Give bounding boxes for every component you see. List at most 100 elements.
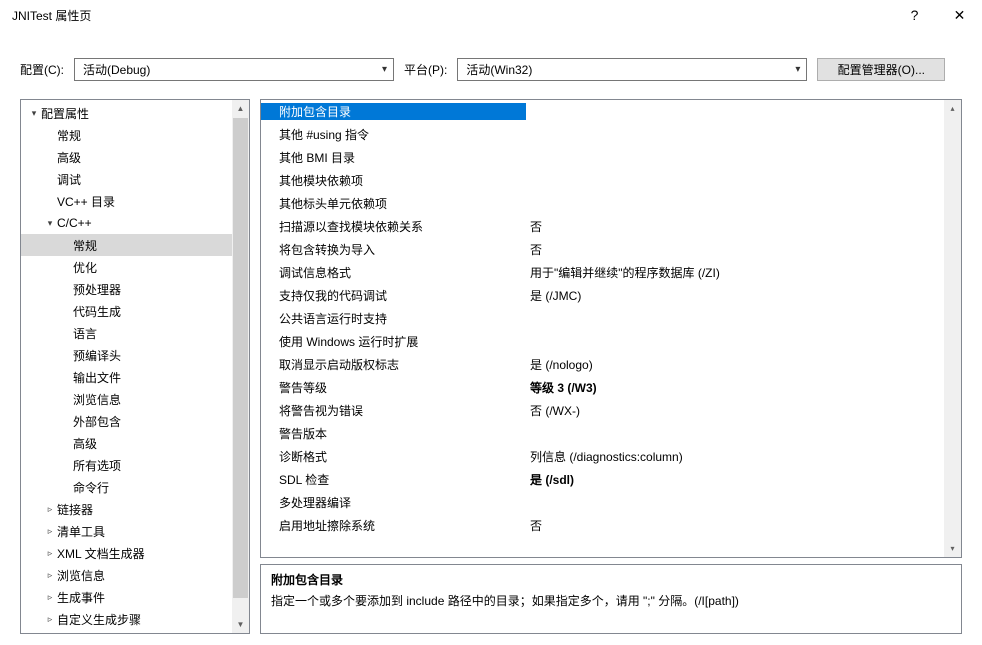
grid-row[interactable]: 多处理器编译 (261, 491, 944, 514)
property-grid[interactable]: 附加包含目录其他 #using 指令其他 BMI 目录其他模块依赖项其他标头单元… (261, 100, 944, 557)
grid-cell-name: 支持仅我的代码调试 (261, 287, 526, 304)
tree-item-label: 优化 (73, 259, 97, 276)
tree-item-label: VC++ 目录 (57, 193, 115, 210)
tree-item[interactable]: 高级 (21, 146, 232, 168)
tree[interactable]: ▾配置属性常规高级调试VC++ 目录▾C/C++常规优化预处理器代码生成语言预编… (21, 100, 232, 633)
chevron-down-icon: ▾ (382, 64, 387, 75)
grid-row[interactable]: 使用 Windows 运行时扩展 (261, 330, 944, 353)
expander-closed-icon[interactable]: ▹ (43, 614, 57, 625)
grid-cell-name: 公共语言运行时支持 (261, 310, 526, 327)
grid-row[interactable]: 其他标头单元依赖项 (261, 192, 944, 215)
tree-item[interactable]: ▹清单工具 (21, 520, 232, 542)
close-button[interactable]: ✕ (937, 0, 982, 30)
grid-cell-name: 将包含转换为导入 (261, 241, 526, 258)
grid-row[interactable]: 其他模块依赖项 (261, 169, 944, 192)
grid-cell-name: 取消显示启动版权标志 (261, 356, 526, 373)
scroll-up-icon[interactable]: ▴ (944, 100, 961, 117)
grid-cell-name: SDL 检查 (261, 471, 526, 488)
grid-cell-name: 启用地址擦除系统 (261, 517, 526, 534)
description-title: 附加包含目录 (271, 571, 951, 588)
tree-item[interactable]: 常规 (21, 234, 232, 256)
expander-closed-icon[interactable]: ▹ (43, 548, 57, 559)
scroll-down-icon[interactable]: ▼ (232, 616, 249, 633)
grid-scrollbar[interactable]: ▴ ▾ (944, 100, 961, 557)
config-toolbar: 配置(C): 活动(Debug) ▾ 平台(P): 活动(Win32) ▾ 配置… (0, 30, 982, 99)
tree-item[interactable]: ▹生成事件 (21, 586, 232, 608)
grid-row[interactable]: 公共语言运行时支持 (261, 307, 944, 330)
grid-cell-name: 多处理器编译 (261, 494, 526, 511)
tree-item[interactable]: 预处理器 (21, 278, 232, 300)
tree-item[interactable]: ▾C/C++ (21, 212, 232, 234)
grid-cell-value: 是 (/sdl) (526, 471, 944, 488)
grid-row[interactable]: 附加包含目录 (261, 100, 944, 123)
tree-item-label: 配置属性 (41, 105, 89, 122)
expander-closed-icon[interactable]: ▹ (43, 592, 57, 603)
grid-cell-name: 其他 #using 指令 (261, 126, 526, 143)
tree-item[interactable]: 高级 (21, 432, 232, 454)
config-manager-button[interactable]: 配置管理器(O)... (817, 58, 945, 81)
tree-item[interactable]: 语言 (21, 322, 232, 344)
grid-cell-value: 否 (/WX-) (526, 402, 944, 419)
tree-item-label: 外部包含 (73, 413, 121, 430)
tree-scrollbar[interactable]: ▲ ▼ (232, 100, 249, 633)
expander-closed-icon[interactable]: ▹ (43, 570, 57, 581)
grid-row[interactable]: 支持仅我的代码调试是 (/JMC) (261, 284, 944, 307)
tree-item[interactable]: 常规 (21, 124, 232, 146)
grid-row[interactable]: 诊断格式列信息 (/diagnostics:column) (261, 445, 944, 468)
window-title: JNITest 属性页 (12, 7, 892, 24)
tree-item[interactable]: ▹XML 文档生成器 (21, 542, 232, 564)
grid-row[interactable]: 警告版本 (261, 422, 944, 445)
grid-cell-name: 其他标头单元依赖项 (261, 195, 526, 212)
grid-cell-name: 附加包含目录 (261, 103, 526, 120)
grid-row[interactable]: 扫描源以查找模块依赖关系否 (261, 215, 944, 238)
tree-item[interactable]: 浏览信息 (21, 388, 232, 410)
grid-row[interactable]: 将包含转换为导入否 (261, 238, 944, 261)
tree-item-label: 高级 (73, 435, 97, 452)
grid-row[interactable]: 启用地址擦除系统否 (261, 514, 944, 537)
tree-item-label: 预处理器 (73, 281, 121, 298)
grid-cell-name: 其他 BMI 目录 (261, 149, 526, 166)
grid-row[interactable]: 其他 #using 指令 (261, 123, 944, 146)
grid-cell-value: 是 (/JMC) (526, 287, 944, 304)
grid-row[interactable]: 调试信息格式用于"编辑并继续"的程序数据库 (/ZI) (261, 261, 944, 284)
tree-item[interactable]: 输出文件 (21, 366, 232, 388)
scrollbar-thumb[interactable] (233, 118, 248, 598)
expander-open-icon[interactable]: ▾ (43, 218, 57, 229)
grid-row[interactable]: 警告等级等级 3 (/W3) (261, 376, 944, 399)
tree-item-label: 浏览信息 (73, 391, 121, 408)
scroll-up-icon[interactable]: ▲ (232, 100, 249, 117)
description-text: 指定一个或多个要添加到 include 路径中的目录；如果指定多个，请用 ";"… (271, 592, 951, 609)
tree-item[interactable]: 调试 (21, 168, 232, 190)
scroll-down-icon[interactable]: ▾ (944, 540, 961, 557)
tree-item[interactable]: 代码生成 (21, 300, 232, 322)
tree-item[interactable]: 预编译头 (21, 344, 232, 366)
tree-item[interactable]: ▾配置属性 (21, 102, 232, 124)
config-select[interactable]: 活动(Debug) ▾ (74, 58, 394, 81)
expander-closed-icon[interactable]: ▹ (43, 504, 57, 515)
tree-item[interactable]: 外部包含 (21, 410, 232, 432)
grid-row[interactable]: 取消显示启动版权标志是 (/nologo) (261, 353, 944, 376)
tree-item[interactable]: 命令行 (21, 476, 232, 498)
help-button[interactable]: ? (892, 0, 937, 30)
grid-cell-value: 列信息 (/diagnostics:column) (526, 448, 944, 465)
config-value: 活动(Debug) (83, 61, 150, 78)
grid-cell-name: 其他模块依赖项 (261, 172, 526, 189)
tree-item[interactable]: 优化 (21, 256, 232, 278)
expander-open-icon[interactable]: ▾ (27, 108, 41, 119)
platform-select[interactable]: 活动(Win32) ▾ (457, 58, 807, 81)
tree-item[interactable]: 所有选项 (21, 454, 232, 476)
tree-item[interactable]: ▹浏览信息 (21, 564, 232, 586)
expander-closed-icon[interactable]: ▹ (43, 526, 57, 537)
grid-row[interactable]: SDL 检查是 (/sdl) (261, 468, 944, 491)
grid-row[interactable]: 将警告视为错误否 (/WX-) (261, 399, 944, 422)
tree-item-label: 浏览信息 (57, 567, 105, 584)
tree-item-label: 所有选项 (73, 457, 121, 474)
tree-item[interactable]: VC++ 目录 (21, 190, 232, 212)
tree-item-label: 常规 (57, 127, 81, 144)
platform-label: 平台(P): (404, 61, 447, 78)
grid-cell-name: 诊断格式 (261, 448, 526, 465)
tree-item[interactable]: ▹自定义生成步骤 (21, 608, 232, 630)
tree-item[interactable]: ▹链接器 (21, 498, 232, 520)
grid-cell-name: 警告等级 (261, 379, 526, 396)
grid-row[interactable]: 其他 BMI 目录 (261, 146, 944, 169)
